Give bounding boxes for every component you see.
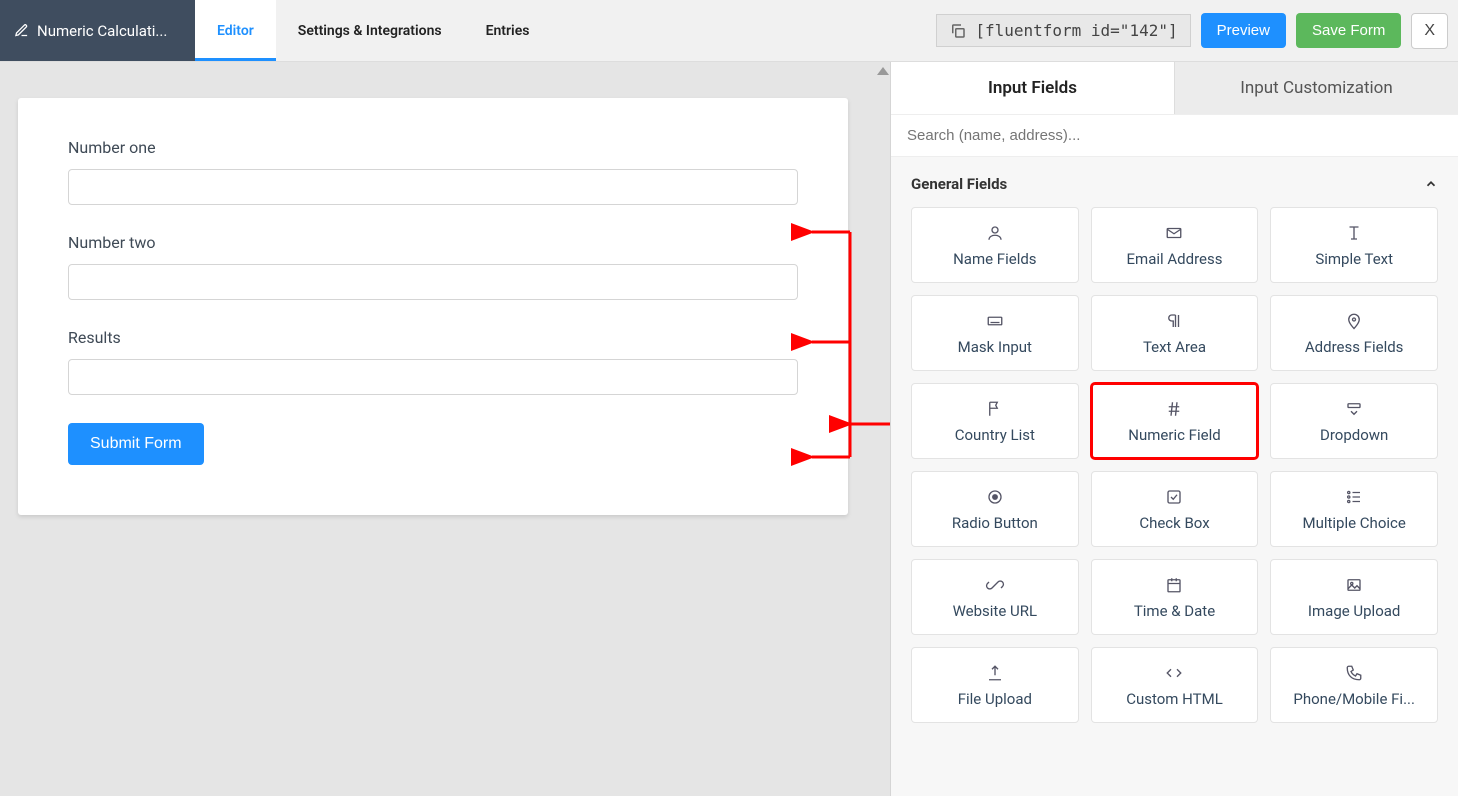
tile-label: Phone/Mobile Fi...	[1293, 690, 1415, 708]
sidebar-tabs: Input Fields Input Customization	[891, 62, 1458, 114]
calendar-icon	[1164, 576, 1184, 594]
field-tile-image-upload[interactable]: Image Upload	[1270, 559, 1438, 635]
tab-editor[interactable]: Editor	[195, 0, 276, 61]
field-tile-mask-input[interactable]: Mask Input	[911, 295, 1079, 371]
pin-icon	[1344, 312, 1364, 330]
tile-label: Mask Input	[958, 338, 1032, 356]
tile-label: Simple Text	[1315, 250, 1393, 268]
tile-label: Dropdown	[1320, 426, 1388, 444]
field-tile-dropdown[interactable]: Dropdown	[1270, 383, 1438, 459]
tile-label: File Upload	[958, 690, 1032, 708]
field-label: Number two	[68, 233, 798, 252]
sidebar-tab-customization[interactable]: Input Customization	[1175, 62, 1458, 114]
tile-label: Address Fields	[1305, 338, 1404, 356]
user-icon	[985, 224, 1005, 242]
dropdown-icon	[1344, 400, 1364, 418]
tab-settings[interactable]: Settings & Integrations	[276, 0, 464, 61]
code-icon	[1164, 664, 1184, 682]
text-icon	[1344, 224, 1364, 242]
field-tile-phone-mobile-fi[interactable]: Phone/Mobile Fi...	[1270, 647, 1438, 723]
tile-label: Time & Date	[1134, 602, 1215, 620]
sidebar-tab-input-fields[interactable]: Input Fields	[891, 62, 1175, 114]
topbar: Numeric Calculati... Editor Settings & I…	[0, 0, 1458, 62]
field-input[interactable]	[68, 264, 798, 300]
mail-icon	[1164, 224, 1184, 242]
form-field: Results	[68, 328, 798, 395]
tile-label: Website URL	[953, 602, 1037, 620]
hash-icon	[1164, 400, 1184, 418]
field-tile-text-area[interactable]: Text Area	[1091, 295, 1259, 371]
field-tile-multiple-choice[interactable]: Multiple Choice	[1270, 471, 1438, 547]
radio-icon	[985, 488, 1005, 506]
chevron-up-icon	[1424, 177, 1438, 191]
para-icon	[1164, 312, 1184, 330]
field-tile-numeric-field[interactable]: Numeric Field	[1091, 383, 1259, 459]
field-tile-name-fields[interactable]: Name Fields	[911, 207, 1079, 283]
image-icon	[1344, 576, 1364, 594]
tile-label: Custom HTML	[1126, 690, 1223, 708]
submit-button[interactable]: Submit Form	[68, 423, 204, 465]
field-grid: Name Fields Email Address Simple Text Mask …	[891, 207, 1458, 743]
tile-label: Country List	[955, 426, 1035, 444]
tile-label: Email Address	[1127, 250, 1223, 268]
field-tile-website-url[interactable]: Website URL	[911, 559, 1079, 635]
preview-button[interactable]: Preview	[1201, 13, 1286, 48]
form-field: Number two	[68, 233, 798, 300]
tile-label: Text Area	[1143, 338, 1206, 356]
link-icon	[985, 576, 1005, 594]
shortcode-box[interactable]: [fluentform id="142"]	[936, 14, 1190, 47]
field-input[interactable]	[68, 359, 798, 395]
main-tabs: Editor Settings & Integrations Entries	[195, 0, 551, 61]
form-title-text: Numeric Calculati...	[37, 22, 167, 40]
upload-icon	[985, 664, 1005, 682]
field-tile-simple-text[interactable]: Simple Text	[1270, 207, 1438, 283]
check-icon	[1164, 488, 1184, 506]
tile-label: Radio Button	[952, 514, 1038, 532]
field-tile-custom-html[interactable]: Custom HTML	[1091, 647, 1259, 723]
field-tile-email-address[interactable]: Email Address	[1091, 207, 1259, 283]
flag-icon	[985, 400, 1005, 418]
field-tile-time-date[interactable]: Time & Date	[1091, 559, 1259, 635]
field-tile-country-list[interactable]: Country List	[911, 383, 1079, 459]
form-card: Number one Number two Results Submit Form	[18, 98, 848, 515]
search-input[interactable]	[891, 114, 1458, 157]
tile-label: Image Upload	[1308, 602, 1400, 620]
pencil-icon	[14, 23, 29, 38]
field-tile-file-upload[interactable]: File Upload	[911, 647, 1079, 723]
tile-label: Name Fields	[953, 250, 1036, 268]
shortcode-text: [fluentform id="142"]	[975, 21, 1177, 40]
close-button[interactable]: X	[1411, 13, 1448, 49]
main: Number oneNumber twoResults Submit Form …	[0, 62, 1458, 796]
tile-label: Multiple Choice	[1302, 514, 1405, 532]
save-button[interactable]: Save Form	[1296, 13, 1401, 48]
field-tile-radio-button[interactable]: Radio Button	[911, 471, 1079, 547]
form-title[interactable]: Numeric Calculati...	[0, 0, 195, 61]
tab-entries[interactable]: Entries	[464, 0, 552, 61]
section-general-fields[interactable]: General Fields	[891, 157, 1458, 207]
scroll-up-handle[interactable]	[875, 62, 891, 80]
tile-label: Numeric Field	[1128, 426, 1220, 444]
sidebar: Input Fields Input Customization General…	[890, 62, 1458, 796]
form-field: Number one	[68, 138, 798, 205]
field-input[interactable]	[68, 169, 798, 205]
topbar-right: [fluentform id="142"] Preview Save Form …	[936, 0, 1458, 61]
copy-icon	[949, 22, 967, 40]
field-label: Number one	[68, 138, 798, 157]
field-tile-address-fields[interactable]: Address Fields	[1270, 295, 1438, 371]
field-tile-check-box[interactable]: Check Box	[1091, 471, 1259, 547]
field-label: Results	[68, 328, 798, 347]
tile-label: Check Box	[1139, 514, 1209, 532]
canvas-area: Number one Number two Results Submit Form	[0, 62, 890, 796]
search-bar	[891, 114, 1458, 157]
keyboard-icon	[985, 312, 1005, 330]
list-icon	[1344, 488, 1364, 506]
phone-icon	[1344, 664, 1364, 682]
section-title: General Fields	[911, 175, 1007, 193]
